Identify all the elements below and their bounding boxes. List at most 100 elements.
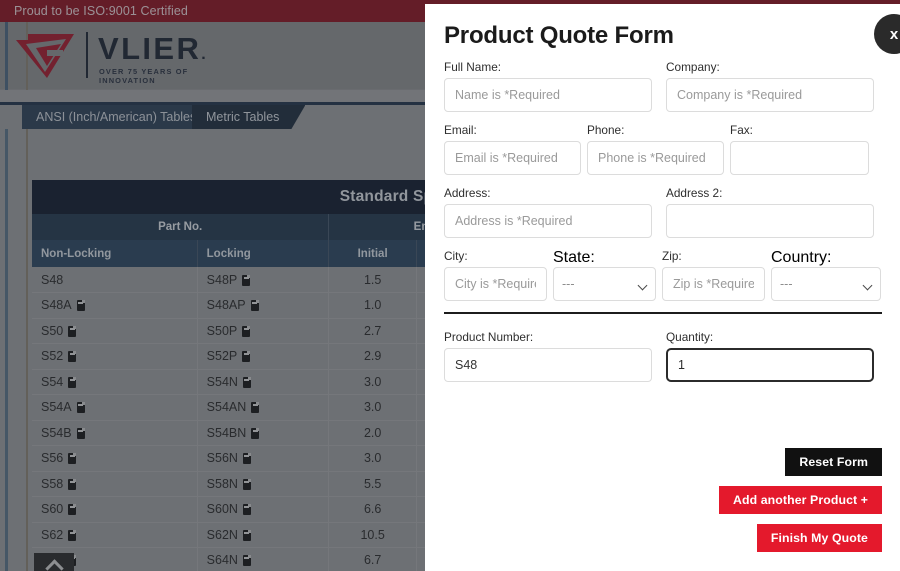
cell-non-locking[interactable]: S50 — [32, 318, 198, 344]
cell-non-locking[interactable]: S62 — [32, 522, 198, 548]
label-fax: Fax: — [730, 123, 753, 137]
content-left-rule — [5, 129, 8, 571]
field-zip: Zip: — [662, 249, 765, 301]
datasheet-icon[interactable] — [251, 427, 260, 439]
vlier-logo[interactable]: VLIER. OVER 75 YEARS OF INNOVATION — [14, 30, 229, 85]
cell-non-locking[interactable]: S48 — [32, 267, 198, 293]
datasheet-icon[interactable] — [242, 351, 251, 363]
tab-metric-tables[interactable]: Metric Tables — [192, 105, 305, 129]
quote-form: Full Name: Company: Email: Phone: — [444, 60, 889, 393]
datasheet-icon[interactable] — [68, 478, 77, 490]
cell-locking[interactable]: S64N — [196, 547, 329, 571]
datasheet-icon[interactable] — [250, 300, 259, 312]
datasheet-icon[interactable] — [68, 453, 77, 465]
chevron-up-icon — [44, 559, 64, 571]
cell-locking[interactable]: S54N — [196, 369, 329, 395]
cell-locking[interactable]: S48AP — [196, 292, 329, 319]
add-another-product-button[interactable]: Add another Product + — [719, 486, 882, 514]
reset-form-button[interactable]: Reset Form — [785, 448, 882, 476]
cell-non-locking[interactable]: S56 — [32, 445, 198, 472]
cell-locking[interactable]: S50P — [196, 318, 329, 344]
cell-initial: 6.6 — [328, 496, 417, 523]
datasheet-icon[interactable] — [76, 300, 85, 312]
address2-input[interactable] — [666, 204, 874, 238]
cell-non-locking[interactable]: S52 — [32, 343, 198, 370]
cell-locking[interactable]: S58N — [196, 471, 329, 497]
cell-non-locking[interactable]: S54A — [32, 394, 198, 421]
datasheet-icon[interactable] — [242, 478, 251, 490]
datasheet-icon[interactable] — [242, 274, 251, 286]
datasheet-icon[interactable] — [242, 555, 251, 567]
cell-initial: 2.9 — [328, 343, 417, 370]
zip-input[interactable] — [662, 267, 765, 301]
field-city: City: — [444, 249, 547, 301]
city-input[interactable] — [444, 267, 547, 301]
form-action-buttons: Reset Form Add another Product + Finish … — [719, 448, 882, 552]
label-city: City: — [444, 249, 468, 263]
state-select[interactable]: --- — [553, 267, 656, 301]
header-left-rule — [5, 22, 8, 90]
quantity-input[interactable] — [666, 348, 874, 382]
close-icon[interactable]: x — [874, 14, 900, 54]
cell-non-locking[interactable]: S54B — [32, 420, 198, 446]
field-phone: Phone: — [587, 123, 724, 175]
cell-non-locking[interactable]: S60 — [32, 496, 198, 523]
company-input[interactable] — [666, 78, 874, 112]
datasheet-icon[interactable] — [76, 427, 85, 439]
field-quantity: Quantity: — [666, 330, 874, 382]
datasheet-icon[interactable] — [68, 504, 77, 516]
field-address2: Address 2: — [666, 186, 874, 238]
col-header-initial[interactable]: Initial — [328, 240, 417, 267]
cell-locking[interactable]: S56N — [196, 445, 329, 472]
form-row-contact: Email: Phone: Fax: — [444, 123, 889, 175]
country-select[interactable]: --- — [771, 267, 881, 301]
field-product-number: Product Number: — [444, 330, 652, 382]
email-input[interactable] — [444, 141, 581, 175]
label-zip: Zip: — [662, 249, 682, 263]
cell-non-locking[interactable]: S54 — [32, 369, 198, 395]
cell-locking[interactable]: S54BN — [196, 420, 329, 446]
content-left-rule-2 — [26, 129, 28, 571]
cell-locking[interactable]: S60N — [196, 496, 329, 523]
vlier-logo-mark — [16, 34, 74, 78]
datasheet-icon[interactable] — [68, 376, 77, 388]
datasheet-icon[interactable] — [68, 325, 77, 337]
scroll-to-top-button[interactable] — [34, 553, 74, 571]
form-row-citystate: City: State: --- Zip: — [444, 249, 889, 301]
label-state: State: — [553, 249, 595, 266]
cell-locking[interactable]: S48P — [196, 267, 329, 293]
cell-initial: 3.0 — [328, 394, 417, 421]
label-address: Address: — [444, 186, 491, 200]
full-name-input[interactable] — [444, 78, 652, 112]
datasheet-icon[interactable] — [76, 402, 85, 414]
datasheet-icon[interactable] — [242, 376, 251, 388]
datasheet-icon[interactable] — [68, 351, 77, 363]
datasheet-icon[interactable] — [251, 402, 260, 414]
finish-my-quote-button[interactable]: Finish My Quote — [756, 524, 882, 552]
cell-non-locking[interactable]: S48A — [32, 292, 198, 319]
group-header-part-no: Part No. — [32, 214, 329, 240]
fax-input[interactable] — [730, 141, 869, 175]
datasheet-icon[interactable] — [242, 453, 251, 465]
datasheet-icon[interactable] — [68, 529, 77, 541]
field-company: Company: — [666, 60, 874, 112]
datasheet-icon[interactable] — [242, 325, 251, 337]
cell-locking[interactable]: S52P — [196, 343, 329, 370]
form-section-divider — [444, 312, 882, 314]
form-row-product: Product Number: Quantity: — [444, 330, 889, 382]
datasheet-icon[interactable] — [242, 529, 251, 541]
cell-locking[interactable]: S62N — [196, 522, 329, 548]
cell-non-locking[interactable]: S58 — [32, 471, 198, 497]
label-full-name: Full Name: — [444, 60, 502, 74]
phone-input[interactable] — [587, 141, 724, 175]
product-number-input[interactable] — [444, 348, 652, 382]
form-row-address: Address: Address 2: — [444, 186, 889, 238]
datasheet-icon[interactable] — [242, 504, 251, 516]
logo-wordmark: VLIER. — [98, 31, 209, 66]
cell-locking[interactable]: S54AN — [196, 394, 329, 421]
col-header-non-locking[interactable]: Non-Locking — [32, 240, 198, 267]
address-input[interactable] — [444, 204, 652, 238]
col-header-locking[interactable]: Locking — [196, 240, 329, 267]
